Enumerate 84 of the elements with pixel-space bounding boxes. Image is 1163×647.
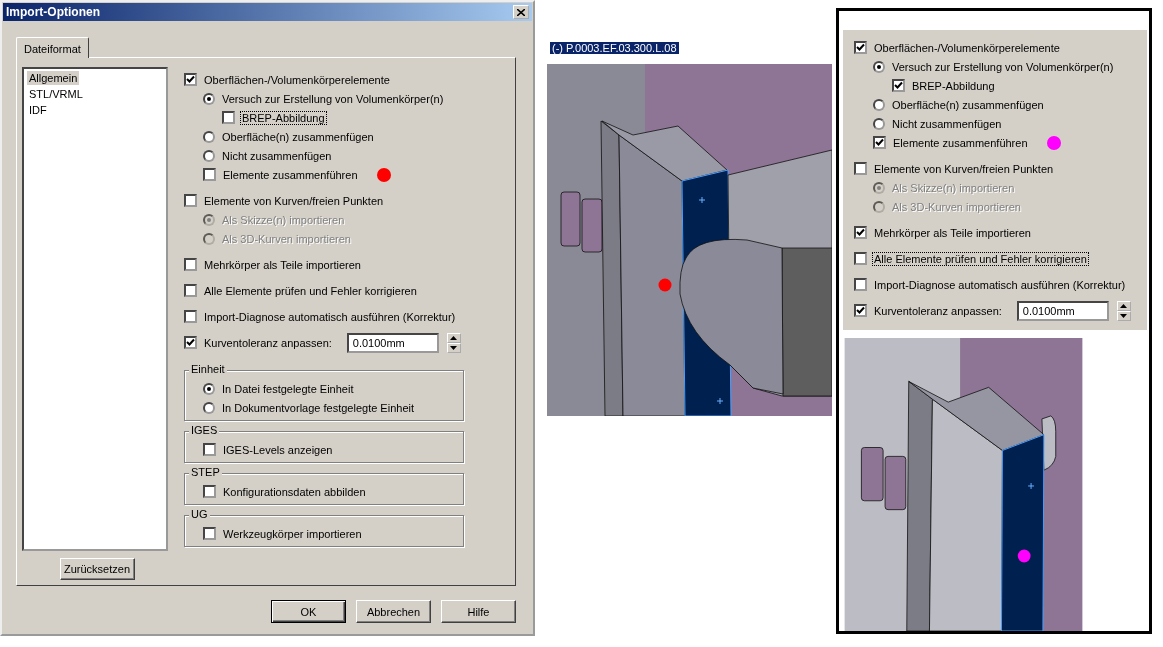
option-label: Als Skizze(n) importieren <box>221 212 346 227</box>
tolerance-field[interactable]: 0.0100mm <box>1016 300 1109 321</box>
radio-button[interactable] <box>203 92 215 105</box>
option-label: Als 3D-Kurven importieren <box>891 199 1022 214</box>
option-label: Werkzeugkörper importieren <box>222 526 363 541</box>
option-label: In Datei festgelegte Einheit <box>221 381 355 396</box>
checkbox[interactable] <box>203 443 216 456</box>
option-label: Oberfläche(n) zusammenfügen <box>221 129 375 144</box>
option-label: Import-Diagnose automatisch ausführen (Korrektur) <box>203 309 457 324</box>
radio-button[interactable] <box>873 60 885 73</box>
option-label: Elemente von Kurven/freien Punkten <box>873 161 1055 176</box>
option-label: Als Skizze(n) importieren <box>891 180 1016 195</box>
option-label: Alle Elemente prüfen und Fehler korrigieren <box>203 283 418 298</box>
checkbox[interactable] <box>854 252 867 265</box>
radio-button[interactable] <box>203 401 215 414</box>
dialog-button[interactable]: Abbrechen <box>356 600 431 623</box>
option-label: Elemente zusammenführen <box>892 135 1029 150</box>
radio-button[interactable] <box>873 117 885 130</box>
checkbox[interactable] <box>892 79 905 92</box>
option-label: Konfigurationsdaten abbilden <box>222 484 367 499</box>
list-item[interactable]: IDF <box>27 103 49 117</box>
checkbox[interactable] <box>184 73 197 86</box>
down-arrow-icon <box>450 345 458 350</box>
checkbox[interactable] <box>854 304 867 317</box>
checkbox[interactable] <box>854 278 867 291</box>
spin-down-button[interactable] <box>1116 310 1131 321</box>
list-item[interactable]: Allgemein <box>27 71 80 85</box>
radio-button[interactable] <box>203 130 215 143</box>
option-label: In Dokumentvorlage festgelegte Einheit <box>221 400 415 415</box>
option-label: Kurventoleranz anpassen: <box>873 303 1003 318</box>
option-label: Nicht zusammenfügen <box>221 148 333 163</box>
spin-up-button[interactable] <box>1116 300 1131 311</box>
checkbox[interactable] <box>854 226 867 239</box>
checkbox[interactable] <box>854 41 867 54</box>
option-label: BREP-Abbildung <box>911 78 996 93</box>
checkbox[interactable] <box>184 284 197 297</box>
option-label: Kurventoleranz anpassen: <box>203 335 333 350</box>
group-title: STEP <box>189 466 222 478</box>
option-label: IGES-Levels anzeigen <box>222 442 334 457</box>
option-label: Versuch zur Erstellung von Volumenkörper(n) <box>891 59 1115 74</box>
group-title: Einheit <box>189 363 227 375</box>
option-label: Versuch zur Erstellung von Volumenkörper(n) <box>221 91 445 106</box>
option-label: Alle Elemente prüfen und Fehler korrigieren <box>872 251 1089 266</box>
option-label: Nicht zusammenfügen <box>891 116 1003 131</box>
window-title: Import-Optionen <box>6 5 100 19</box>
option-label: Mehrkörper als Teile importieren <box>203 257 362 272</box>
radio-button[interactable] <box>873 98 885 111</box>
checkbox[interactable] <box>184 258 197 271</box>
option-label: Import-Diagnose automatisch ausführen (Korrektur) <box>873 277 1127 292</box>
spin-up-button[interactable] <box>446 332 461 343</box>
close-icon <box>517 8 525 16</box>
group-title: IGES <box>189 424 220 436</box>
dialog-button[interactable]: OK <box>271 600 346 623</box>
dialog-button[interactable]: Hilfe <box>441 600 516 623</box>
option-label: Oberflächen-/Volumenkörperelemente <box>203 72 391 87</box>
down-arrow-icon <box>1120 313 1128 318</box>
up-arrow-icon <box>450 335 458 340</box>
option-label: Oberfläche(n) zusammenfügen <box>891 97 1045 112</box>
option-label: BREP-Abbildung <box>240 110 327 125</box>
checkbox[interactable] <box>854 162 867 175</box>
selection-label: (-) P.0003.EF.03.300.L.08 <box>550 42 679 54</box>
checkbox[interactable] <box>873 136 886 149</box>
checkbox[interactable] <box>184 194 197 207</box>
option-label: Als 3D-Kurven importieren <box>221 231 352 246</box>
list-item[interactable]: STL/VRML <box>27 87 85 101</box>
option-label: Elemente von Kurven/freien Punkten <box>203 193 385 208</box>
close-button[interactable] <box>513 5 529 19</box>
radio-button[interactable] <box>203 382 215 395</box>
tolerance-field[interactable]: 0.0100mm <box>346 332 439 353</box>
checkbox[interactable] <box>203 168 216 181</box>
group-title: UG <box>189 508 210 520</box>
checkbox[interactable] <box>184 336 197 349</box>
checkbox[interactable] <box>203 527 216 540</box>
checkbox[interactable] <box>222 111 235 124</box>
option-label: Mehrkörper als Teile importieren <box>873 225 1032 240</box>
radio-button[interactable] <box>203 149 215 162</box>
checkbox[interactable] <box>203 485 216 498</box>
option-label: Oberflächen-/Volumenkörperelemente <box>873 40 1061 55</box>
tab[interactable]: Dateiformat <box>16 37 89 58</box>
up-arrow-icon <box>1120 303 1128 308</box>
checkbox[interactable] <box>184 310 197 323</box>
option-label: Elemente zusammenführen <box>222 167 359 182</box>
spin-down-button[interactable] <box>446 342 461 353</box>
reset-button[interactable]: Zurücksetzen <box>59 558 135 580</box>
